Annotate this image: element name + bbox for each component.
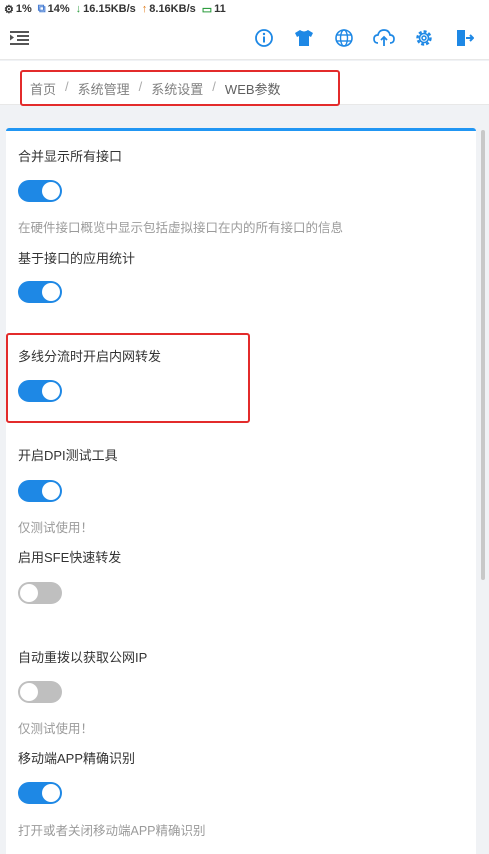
- breadcrumb-item-web-params: WEB参数: [224, 82, 281, 97]
- setting-label: 多线分流时开启内网转发: [18, 349, 162, 364]
- toggle-knob: [42, 182, 60, 200]
- menu-indent-icon[interactable]: [10, 30, 30, 46]
- setting-label: 自动重拨以获取公网IP: [18, 650, 148, 665]
- setting-sfe-fast-forward: 启用SFE快速转发: [12, 547, 452, 607]
- shirt-icon[interactable]: [293, 27, 315, 49]
- memory-icon: ⧉: [37, 2, 46, 15]
- toggle-switch[interactable]: [18, 480, 62, 502]
- devices-value: 11: [214, 3, 226, 15]
- toggle-switch[interactable]: [18, 782, 62, 804]
- toggle-knob: [42, 784, 60, 802]
- toggle-switch[interactable]: [18, 582, 62, 604]
- scrollbar[interactable]: [481, 130, 485, 580]
- setting-interface-app-stats: 基于接口的应用统计: [12, 248, 452, 308]
- setting-multiline-lan-forward: 多线分流时开启内网转发: [12, 346, 452, 406]
- gear-icon[interactable]: [413, 27, 435, 49]
- setting-hint: 打开或者关闭移动端APP精确识别: [18, 824, 206, 838]
- breadcrumb: 首页 / 系统管理 / 系统设置 / WEB参数: [30, 79, 281, 98]
- cloud-upload-icon[interactable]: [373, 27, 395, 49]
- monitor-icon: ▭: [201, 3, 213, 16]
- toggle-knob: [42, 482, 60, 500]
- breadcrumb-separator: /: [65, 79, 69, 94]
- setting-label: 移动端APP精确识别: [18, 751, 136, 766]
- setting-merge-interfaces: 合并显示所有接口 在硬件接口概览中显示包括虚拟接口在内的所有接口的信息: [12, 146, 452, 236]
- setting-hint: 仅测试使用！: [18, 521, 94, 535]
- mem-indicator: ⧉ 14%: [38, 3, 70, 16]
- setting-hint: 在硬件接口概览中显示包括虚拟接口在内的所有接口的信息: [18, 221, 344, 235]
- upload-indicator: ↑ 8.16KB/s: [142, 3, 196, 15]
- breadcrumb-bar: 首页 / 系统管理 / 系统设置 / WEB参数: [0, 61, 489, 105]
- setting-label: 启用SFE快速转发: [18, 550, 122, 565]
- info-icon[interactable]: [253, 27, 275, 49]
- top-bar: [0, 18, 489, 60]
- toggle-knob: [42, 382, 60, 400]
- cpu-value: 1%: [15, 3, 32, 15]
- toggle-switch[interactable]: [18, 281, 62, 303]
- toggle-knob: [42, 283, 60, 301]
- download-value: 16.15KB/s: [83, 3, 136, 15]
- setting-label: 开启DPI测试工具: [18, 448, 118, 463]
- devices-indicator: ▭ 11: [202, 3, 226, 16]
- toggle-knob: [20, 683, 38, 701]
- setting-label: 合并显示所有接口: [18, 149, 123, 164]
- download-indicator: ↓ 16.15KB/s: [76, 3, 136, 15]
- breadcrumb-item-system-management[interactable]: 系统管理: [78, 79, 130, 98]
- breadcrumb-separator: /: [138, 79, 143, 94]
- globe-icon[interactable]: [333, 27, 355, 49]
- status-bar: ⚙ 1% ⧉ 14% ↓ 16.15KB/s ↑ 8.16KB/s ▭ 11: [0, 0, 489, 18]
- breadcrumb-separator: /: [212, 79, 216, 94]
- toggle-switch[interactable]: [18, 380, 62, 402]
- setting-dpi-test-tool: 开启DPI测试工具 仅测试使用！: [12, 445, 452, 535]
- setting-label: 基于接口的应用统计: [18, 251, 136, 266]
- arrow-up-icon: ↑: [141, 3, 148, 15]
- toggle-knob: [20, 584, 38, 602]
- toggle-switch[interactable]: [18, 180, 62, 202]
- breadcrumb-item-system-settings[interactable]: 系统设置: [151, 79, 203, 98]
- upload-value: 8.16KB/s: [149, 3, 196, 15]
- mem-value: 14%: [47, 3, 70, 15]
- cpu-indicator: ⚙ 1%: [4, 3, 32, 16]
- setting-auto-redial-public-ip: 自动重拨以获取公网IP 仅测试使用！: [12, 647, 452, 737]
- cpu-icon: ⚙: [4, 3, 14, 16]
- arrow-down-icon: ↓: [75, 3, 82, 15]
- breadcrumb-item-home[interactable]: 首页: [30, 79, 56, 98]
- toggle-switch[interactable]: [18, 681, 62, 703]
- setting-hint: 仅测试使用！: [18, 722, 94, 736]
- logout-icon[interactable]: [453, 27, 475, 49]
- setting-mobile-app-recognition: 移动端APP精确识别 打开或者关闭移动端APP精确识别: [12, 748, 452, 838]
